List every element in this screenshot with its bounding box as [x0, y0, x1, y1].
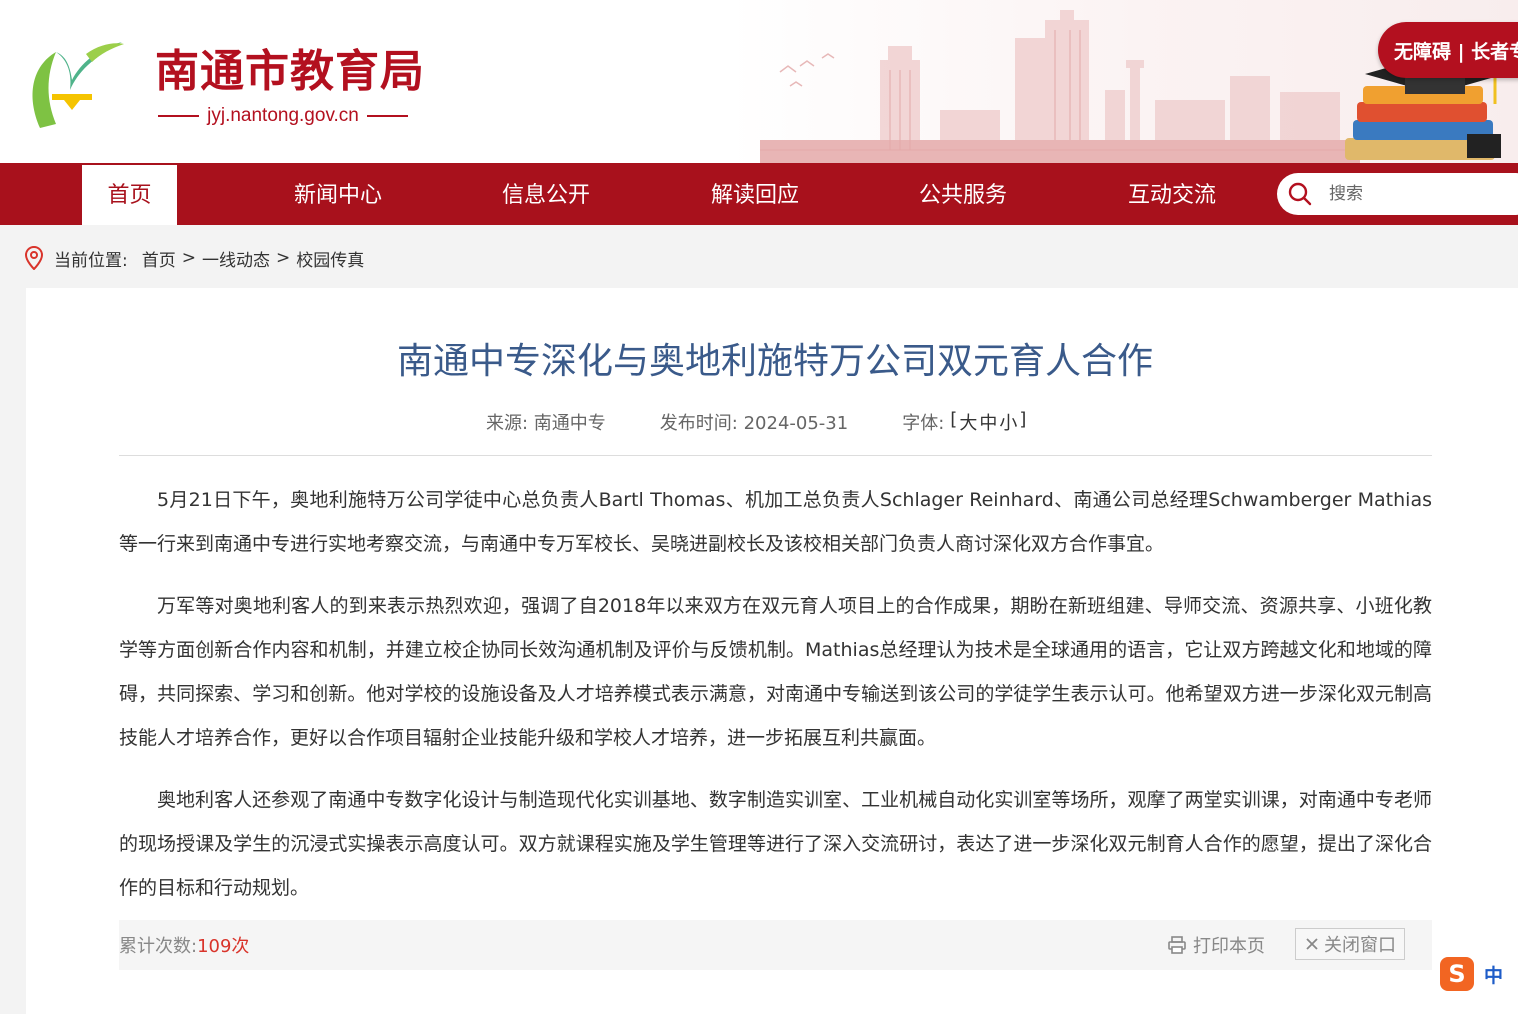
close-icon — [1306, 938, 1318, 950]
visit-counter: 累计次数:109次 — [119, 932, 249, 958]
location-pin-icon — [24, 246, 44, 270]
nav-info-disclosure[interactable]: 信息公开 — [486, 163, 606, 225]
font-size-bracket-open: [ — [950, 409, 960, 430]
article-footer-bar: 累计次数:109次 打印本页 关闭窗口 — [119, 920, 1432, 970]
breadcrumb-frontline[interactable]: 一线动态 — [202, 246, 270, 271]
article-paragraph: 万军等对奥地利客人的到来表示热烈欢迎，强调了自2018年以来双方在双元育人项目上… — [119, 595, 1432, 749]
ime-language-indicator: 中 — [1484, 964, 1504, 987]
domain-left-rule — [158, 115, 200, 117]
site-domain-row: jyj.nantong.gov.cn — [158, 103, 408, 129]
main-nav: 首页 新闻中心 信息公开 解读回应 公共服务 互动交流 — [0, 163, 1518, 225]
font-size-label: 字体: — [902, 413, 945, 434]
close-window-label: 关闭窗口 — [1324, 935, 1396, 956]
visit-count-label: 累计次数: — [119, 936, 198, 957]
visit-count-value: 109次 — [197, 936, 250, 957]
search-input[interactable] — [1327, 183, 1501, 205]
nav-news-center[interactable]: 新闻中心 — [278, 163, 398, 225]
site-header: 南通市教育局 jyj.nantong.gov.cn 无障碍 | 长者专 — [0, 0, 1518, 163]
ime-status-widget[interactable]: S 中 — [1440, 955, 1518, 993]
site-domain: jyj.nantong.gov.cn — [207, 105, 359, 126]
breadcrumb: 当前位置: 首页 > 一线动态 > 校园传真 — [24, 244, 364, 272]
title-divider — [119, 455, 1432, 456]
accessibility-mode-button[interactable]: 无障碍 | 长者专 — [1378, 22, 1518, 78]
nav-public-services[interactable]: 公共服务 — [903, 163, 1023, 225]
font-size-small-button[interactable]: 小 — [999, 409, 1019, 435]
print-page-button[interactable]: 打印本页 — [1167, 930, 1265, 960]
article-title: 南通中专深化与奥地利施特万公司双元育人合作 — [396, 341, 1153, 382]
article-publish-time: 发布时间: 2024-05-31 — [659, 413, 849, 434]
nav-interaction[interactable]: 互动交流 — [1112, 163, 1232, 225]
accessibility-label: 无障碍 | 长者专 — [1394, 40, 1518, 63]
close-window-button[interactable]: 关闭窗口 — [1295, 928, 1405, 960]
domain-right-rule — [366, 115, 408, 117]
article-source: 来源: 南通中专 — [486, 413, 606, 434]
sogou-ime-icon: S — [1440, 957, 1474, 991]
breadcrumb-campus-news[interactable]: 校园传真 — [296, 246, 364, 271]
font-size-large-button[interactable]: 大 — [959, 409, 979, 435]
search-box — [1277, 173, 1518, 215]
article-meta: 来源: 南通中专 发布时间: 2024-05-31 字体: [ 大 中 小 ] — [486, 409, 1028, 435]
city-skyline-illustration — [760, 10, 1360, 163]
education-bureau-logo-icon[interactable] — [26, 36, 128, 132]
article-body: 5月21日下午，奥地利施特万公司学徒中心总负责人Bartl Thomas、机加工… — [119, 478, 1432, 928]
nav-interpretation[interactable]: 解读回应 — [695, 163, 815, 225]
site-title: 南通市教育局 — [155, 46, 425, 97]
print-page-label: 打印本页 — [1193, 936, 1265, 957]
font-size-medium-button[interactable]: 中 — [979, 409, 999, 435]
breadcrumb-home[interactable]: 首页 — [142, 246, 176, 271]
printer-icon — [1168, 936, 1186, 954]
nav-home[interactable]: 首页 — [82, 165, 177, 225]
search-icon[interactable] — [1287, 181, 1313, 207]
article-paragraph: 奥地利客人还参观了南通中专数字化设计与制造现代化实训基地、数字制造实训室、工业机… — [119, 789, 1432, 899]
font-size-bracket-close: ] — [1019, 409, 1029, 430]
article-paragraph: 5月21日下午，奥地利施特万公司学徒中心总负责人Bartl Thomas、机加工… — [119, 489, 1432, 555]
breadcrumb-separator: > — [275, 248, 291, 268]
breadcrumb-separator: > — [181, 248, 196, 268]
breadcrumb-label: 当前位置: — [54, 250, 128, 271]
